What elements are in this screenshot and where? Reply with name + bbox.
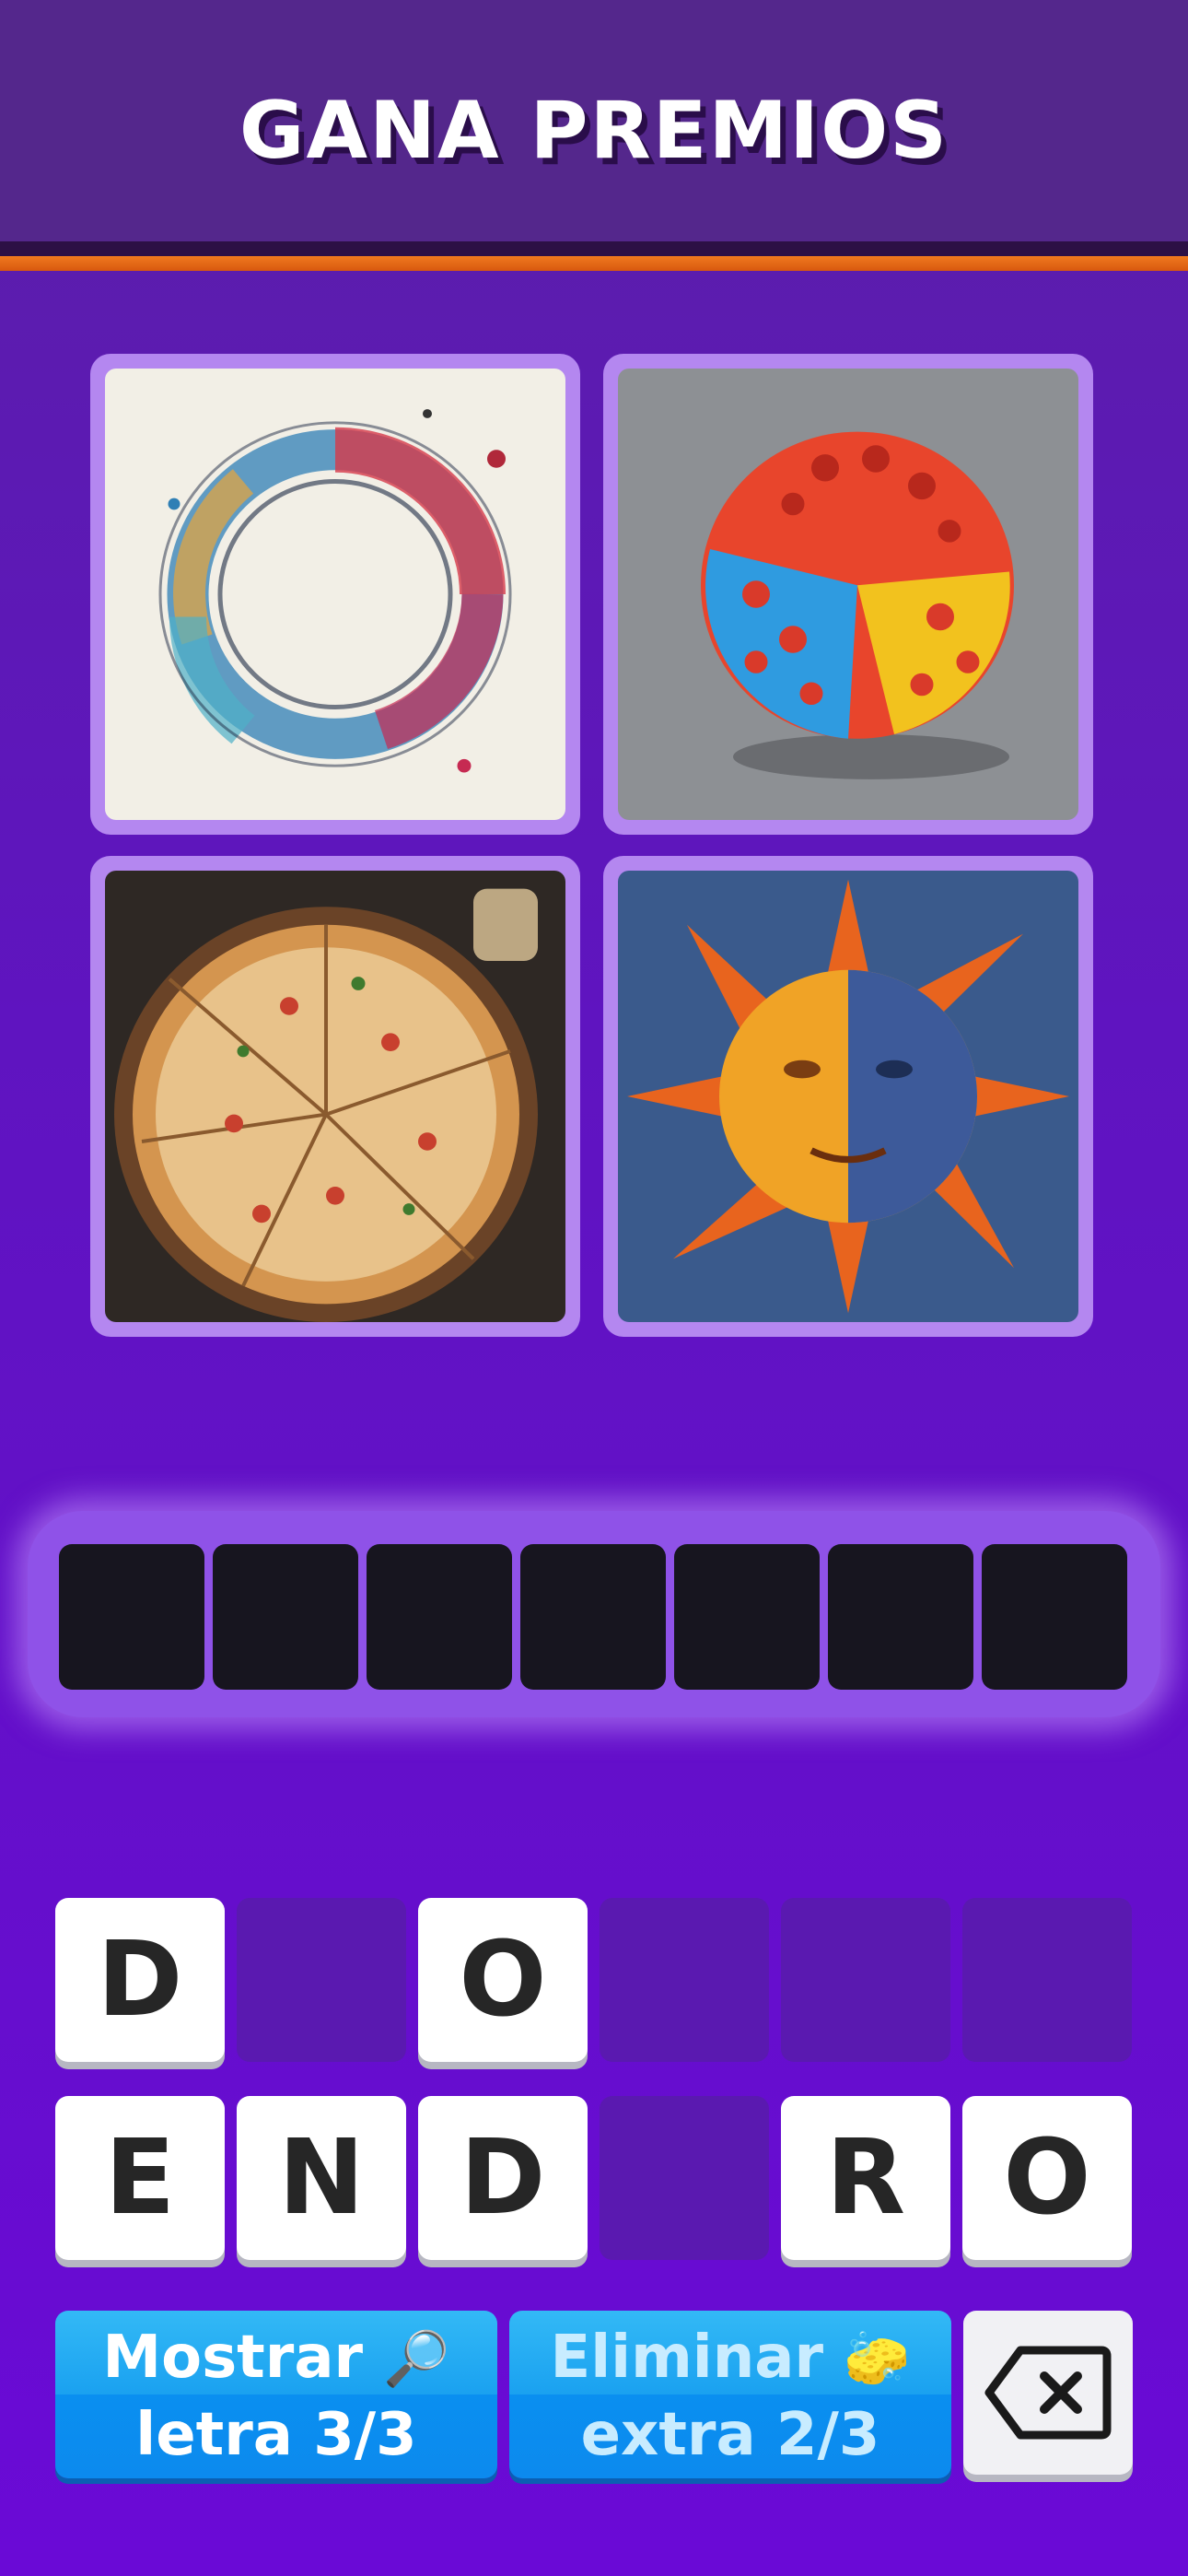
show-letter-button[interactable]: Mostrar 🔎 letra 3/3 xyxy=(55,2311,497,2478)
show-letter-count: letra 3/3 xyxy=(135,2401,417,2469)
remove-extra-button[interactable]: Eliminar 🧽 extra 2/3 xyxy=(509,2311,951,2478)
letter-key[interactable]: N xyxy=(237,2096,406,2260)
letter-key[interactable]: R xyxy=(781,2096,950,2260)
backspace-button[interactable] xyxy=(963,2311,1133,2475)
answer-slot-7[interactable] xyxy=(982,1544,1127,1690)
answer-slot-3[interactable] xyxy=(367,1544,512,1690)
pizza-image xyxy=(105,871,565,1322)
eraser-icon: 🧽 xyxy=(844,2327,911,2390)
answer-slot-5[interactable] xyxy=(674,1544,820,1690)
image-tile-pizza[interactable] xyxy=(90,856,580,1337)
image-tile-colored-ball[interactable] xyxy=(603,354,1093,835)
letter-key[interactable]: D xyxy=(418,2096,588,2260)
show-letter-label: Mostrar 🔎 xyxy=(102,2324,450,2392)
page-title: GANA PREMIOS xyxy=(239,85,949,177)
letter-key-used xyxy=(781,1898,950,2062)
image-tile-watercolor-ring[interactable] xyxy=(90,354,580,835)
remove-extra-count: extra 2/3 xyxy=(580,2401,880,2469)
letter-key-used xyxy=(600,2096,769,2260)
header-divider xyxy=(0,241,1188,256)
letter-key[interactable]: O xyxy=(418,1898,588,2062)
letter-key-used xyxy=(600,1898,769,2062)
watercolor-ring-image xyxy=(105,369,565,820)
answer-slot-1[interactable] xyxy=(59,1544,204,1690)
answer-slot-2[interactable] xyxy=(213,1544,358,1690)
letter-key-used xyxy=(237,1898,406,2062)
letter-key[interactable]: E xyxy=(55,2096,225,2260)
answer-slot-4[interactable] xyxy=(520,1544,666,1690)
letter-key[interactable]: D xyxy=(55,1898,225,2062)
remove-extra-label: Eliminar 🧽 xyxy=(550,2324,911,2392)
sun-painting-image xyxy=(618,871,1078,1322)
colored-ball-image xyxy=(618,369,1078,820)
letter-key-used xyxy=(962,1898,1132,2062)
backspace-icon xyxy=(984,2346,1112,2440)
magnifier-icon: 🔎 xyxy=(383,2327,450,2390)
letter-key[interactable]: O xyxy=(962,2096,1132,2260)
image-tile-sun-painting[interactable] xyxy=(603,856,1093,1337)
header-accent-stripe xyxy=(0,256,1188,271)
answer-slot-6[interactable] xyxy=(828,1544,973,1690)
